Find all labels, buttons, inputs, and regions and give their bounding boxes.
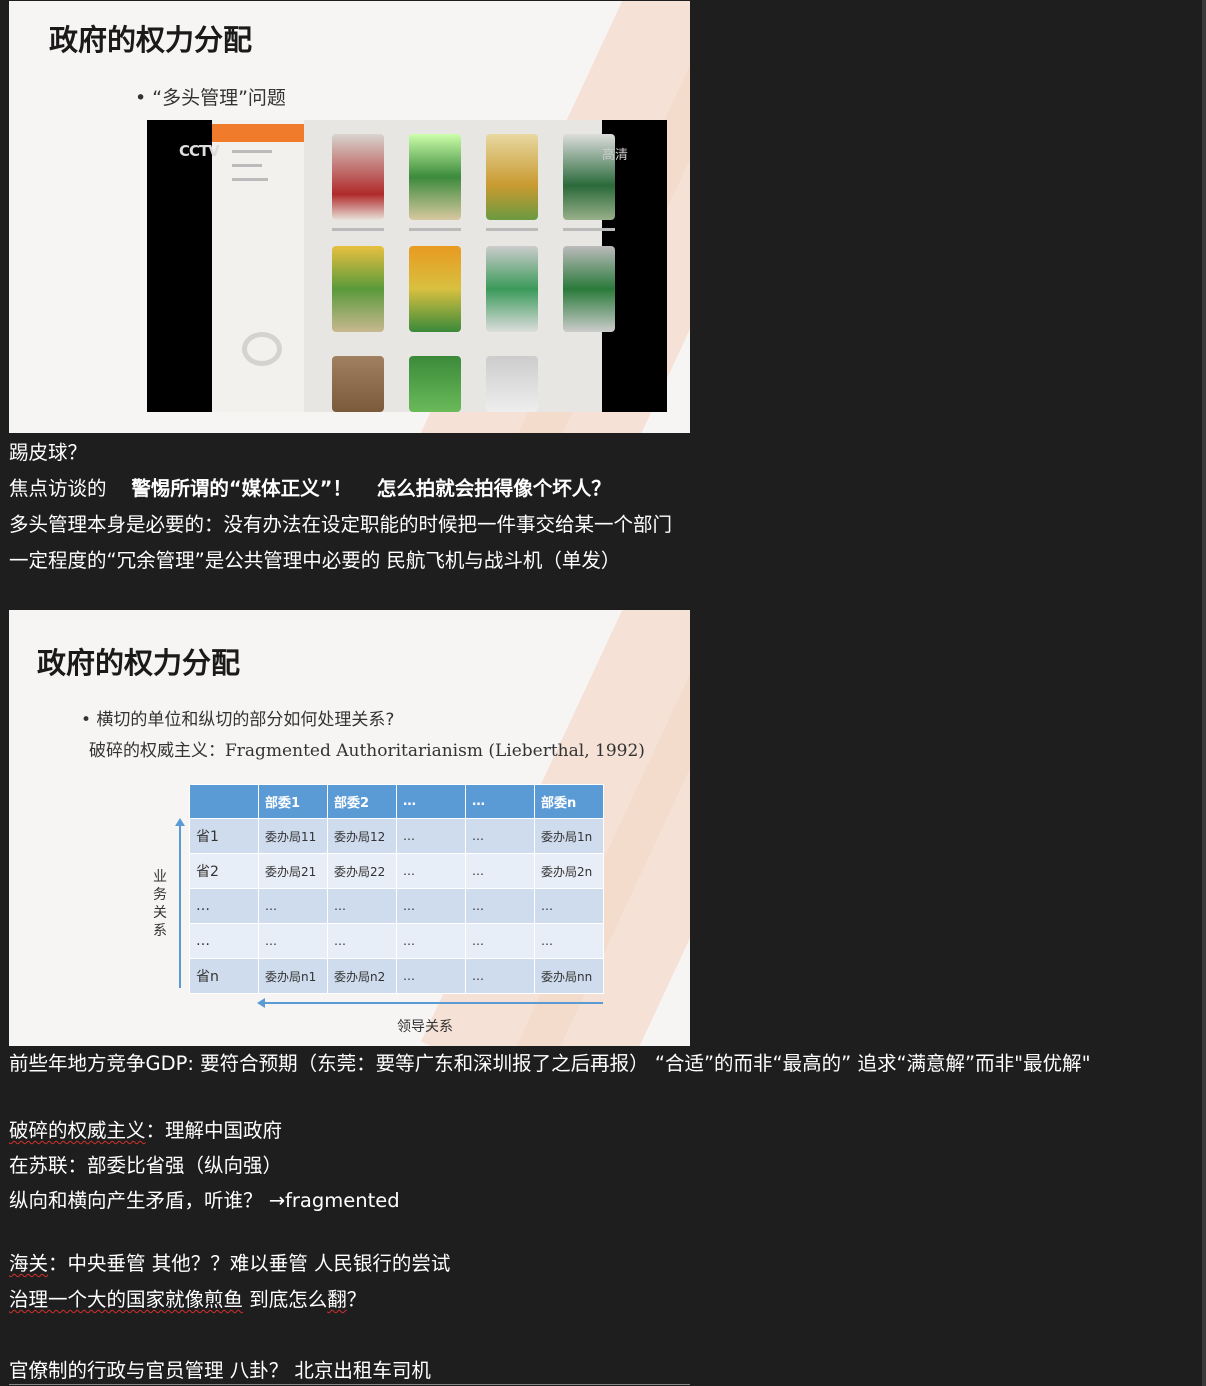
table-cell: 委办局2n xyxy=(534,853,604,889)
note-line: 踢皮球？ xyxy=(9,441,88,464)
table-cell: … xyxy=(258,923,328,959)
product-image xyxy=(332,356,384,412)
header-cell: … xyxy=(465,784,535,819)
product-image xyxy=(486,134,538,220)
table-cell: … xyxy=(396,853,466,889)
table-cell: … xyxy=(396,818,466,854)
slide-image-2: 政府的权力分配 • 横切的单位和纵切的部分如何处理关系? 破碎的权威主义：Fra… xyxy=(9,610,690,1046)
horizontal-axis-line xyxy=(263,1002,603,1004)
table-cell: 委办局21 xyxy=(258,853,328,889)
slide-title: 政府的权力分配 xyxy=(49,23,253,57)
product-image xyxy=(409,356,461,412)
note-line: 破碎的权威主义：理解中国政府 xyxy=(9,1114,282,1143)
window-right-edge xyxy=(1202,0,1206,1386)
note-line: 海关：中央垂管 其他？？难以垂管 人民银行的尝试 xyxy=(9,1247,450,1276)
table-header-row: 部委1 部委2 … … 部委n xyxy=(189,784,604,819)
table-row: … … … … … … xyxy=(189,923,604,959)
table-cell: 省1 xyxy=(189,818,259,854)
note-line: 一定程度的“冗余管理”是公共管理中必要的 民航飞机与战斗机（单发） xyxy=(9,549,621,572)
table-row: 省n 委办局n1 委办局n2 … … 委办局nn xyxy=(189,958,604,994)
note-bold-text: 怎么拍就会拍得像个坏人？ xyxy=(376,477,611,500)
slide-bullet: • “多头管理”问题 xyxy=(135,87,286,109)
product-image xyxy=(332,246,384,332)
cctv-logo: CCTV xyxy=(179,142,220,160)
table-cell: … xyxy=(465,958,535,994)
note-text: ：理解中国政府 xyxy=(145,1119,283,1142)
note-line: 多头管理本身是必要的：没有办法在设定职能的时候把一件事交给某一个部门 xyxy=(9,513,673,536)
table-row: … … … … … … xyxy=(189,888,604,924)
table-cell: … xyxy=(327,888,397,924)
product-image xyxy=(409,134,461,220)
table-cell: 委办局11 xyxy=(258,818,328,854)
note-text: ：中央垂管 其他？？难以垂管 人民银行的尝试 xyxy=(48,1252,451,1275)
embedded-video-frame: CCTV 高清 xyxy=(147,120,667,412)
slide-image-1: 政府的权力分配 • “多头管理”问题 CCTV 高清 xyxy=(9,1,690,433)
horizontal-axis-label: 领导关系 xyxy=(397,1019,453,1035)
header-cell: 部委2 xyxy=(327,784,397,819)
table-cell: 省2 xyxy=(189,853,259,889)
hd-badge: 高清 xyxy=(602,148,629,163)
header-cell: … xyxy=(396,784,466,819)
table-cell: 委办局22 xyxy=(327,853,397,889)
video-web-menu xyxy=(212,120,304,412)
table-cell: … xyxy=(258,888,328,924)
header-cell: 部委1 xyxy=(258,784,328,819)
note-underlined-text: 海关 xyxy=(9,1252,49,1275)
note-line: 在苏联：部委比省强（纵向强） xyxy=(9,1154,283,1177)
table-cell: … xyxy=(534,888,604,924)
note-underlined-text: 破碎的权威主义 xyxy=(9,1119,146,1142)
power-matrix-table: 部委1 部委2 … … 部委n 省1 委办局11 委办局12 … … 委办局1n… xyxy=(189,784,604,994)
product-image xyxy=(486,356,538,412)
slide-title: 政府的权力分配 xyxy=(37,646,241,680)
note-bold-text: 警惕所谓的“媒体正义”！ xyxy=(131,477,352,500)
table-cell: … xyxy=(396,958,466,994)
header-cell xyxy=(189,784,259,819)
note-underlined-text: 治理一个大的国家就像煎鱼 xyxy=(9,1288,244,1311)
divider xyxy=(9,1384,690,1385)
vertical-axis-label: 业务关系 xyxy=(153,869,167,939)
table-cell: 委办局n2 xyxy=(327,958,397,994)
table-cell: … xyxy=(534,923,604,959)
table-cell: … xyxy=(189,923,259,959)
note-line: 官僚制的行政与官员管理 八卦？ 北京出租车司机 xyxy=(9,1359,431,1382)
table-cell: … xyxy=(396,923,466,959)
table-cell: … xyxy=(465,923,535,959)
table-cell: … xyxy=(189,888,259,924)
note-text: 焦点访谈的 xyxy=(9,477,107,500)
table-cell: … xyxy=(465,853,535,889)
product-image xyxy=(409,246,461,332)
note-underlined-text: 翻 xyxy=(327,1288,347,1311)
table-cell: … xyxy=(396,888,466,924)
note-line: 前些年地方竞争GDP: 要符合预期（东莞：要等广东和深圳报了之后再报） “合适”… xyxy=(9,1052,1091,1075)
note-text: ？ xyxy=(346,1288,367,1311)
note-line: 治理一个大的国家就像煎鱼 到底怎么翻？ xyxy=(9,1283,366,1312)
table-cell: 省n xyxy=(189,958,259,994)
table-cell: 委办局nn xyxy=(534,958,604,994)
table-row: 省1 委办局11 委办局12 … … 委办局1n xyxy=(189,818,604,854)
table-cell: 委办局12 xyxy=(327,818,397,854)
program-logo-icon xyxy=(242,332,282,366)
video-content xyxy=(212,120,615,412)
note-text: 到底怎么 xyxy=(243,1288,328,1311)
product-image xyxy=(486,246,538,332)
table-row: 省2 委办局21 委办局22 … … 委办局2n xyxy=(189,853,604,889)
table-cell: 委办局n1 xyxy=(258,958,328,994)
note-line: 纵向和横向产生矛盾，听谁？ →fragmented xyxy=(9,1189,400,1212)
table-cell: … xyxy=(465,818,535,854)
note-line: 焦点访谈的 警惕所谓的“媒体正义”！ 怎么拍就会拍得像个坏人？ xyxy=(9,472,611,501)
product-image xyxy=(332,134,384,220)
vertical-axis-line xyxy=(179,822,181,988)
table-cell: … xyxy=(465,888,535,924)
table-cell: 委办局1n xyxy=(534,818,604,854)
table-cell: … xyxy=(327,923,397,959)
slide-bullet: 破碎的权威主义：Fragmented Authoritarianism (Lie… xyxy=(89,741,645,761)
header-cell: 部委n xyxy=(534,784,604,819)
slide-bullet: • 横切的单位和纵切的部分如何处理关系? xyxy=(81,710,395,730)
product-image xyxy=(563,246,615,332)
